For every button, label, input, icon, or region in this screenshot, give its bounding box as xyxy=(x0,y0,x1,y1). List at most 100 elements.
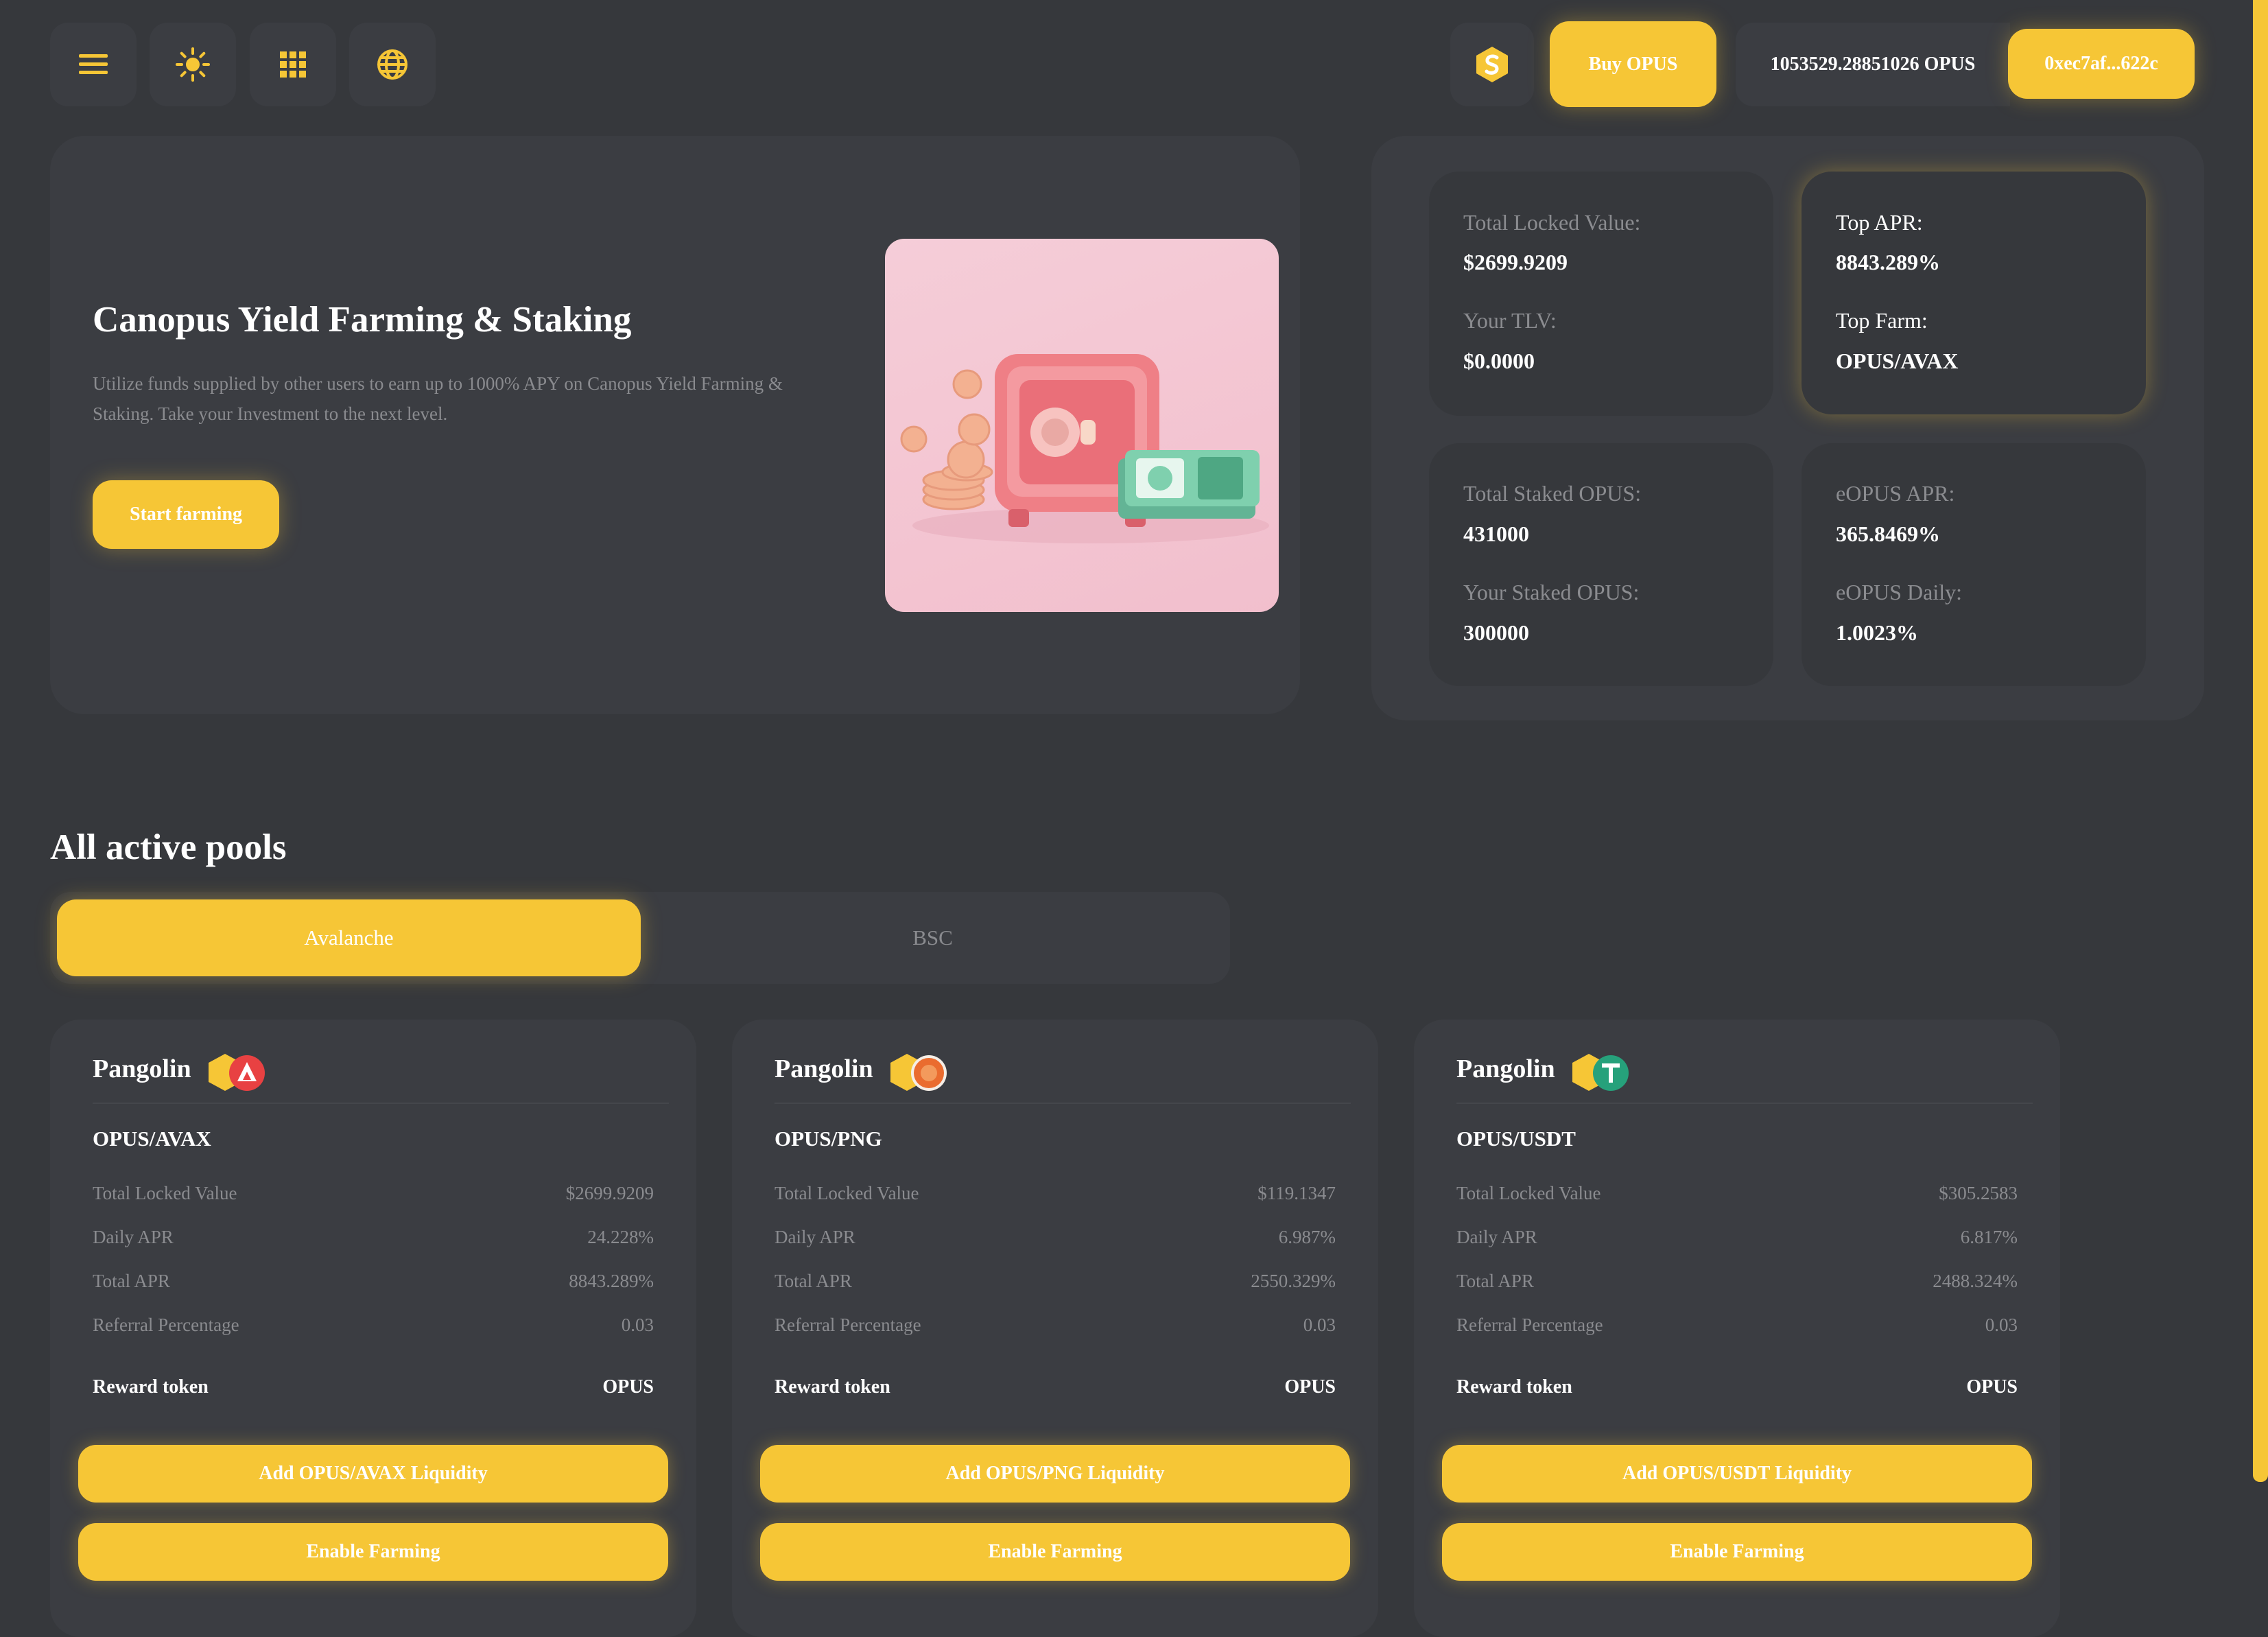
eopus-daily-value: 1.0023% xyxy=(1836,620,1918,645)
pool-stat-label: Daily APR xyxy=(775,1227,855,1247)
reward-token-row: Reward token OPUS xyxy=(1456,1376,2018,1398)
total-staked-label: Total Staked OPUS: xyxy=(1463,481,1642,506)
hero-illustration xyxy=(885,239,1279,612)
top-farm-value: OPUS/AVAX xyxy=(1836,349,1959,373)
pool-pair: OPUS/USDT xyxy=(1456,1127,1576,1151)
language-button[interactable] xyxy=(349,23,436,106)
eopus-apr-label: eOPUS APR: xyxy=(1836,481,1955,506)
hero-title: Canopus Yield Farming & Staking xyxy=(93,300,632,340)
staked-card xyxy=(1429,443,1773,686)
pool-token-pair-icons xyxy=(204,1052,268,1097)
reward-token-label: Reward token xyxy=(1456,1376,1572,1398)
eopus-card xyxy=(1802,443,2146,686)
buy-opus-button[interactable]: Buy OPUS xyxy=(1550,21,1716,107)
your-staked-value: 300000 xyxy=(1463,620,1529,645)
pool-stat-row: Daily APR 24.228% xyxy=(93,1227,654,1271)
pool-stat-value: 8843.289% xyxy=(569,1271,654,1291)
pool-stat-value: $119.1347 xyxy=(1257,1183,1336,1203)
pool-stat-value: 2550.329% xyxy=(1251,1271,1336,1291)
pool-stat-label: Referral Percentage xyxy=(1456,1315,1603,1335)
pool-stat-label: Total APR xyxy=(93,1271,170,1291)
pool-stat-row: Total APR 2488.324% xyxy=(1456,1271,2018,1315)
enable-farming-button[interactable]: Enable Farming xyxy=(1442,1523,2032,1581)
pool-pair: OPUS/PNG xyxy=(775,1127,882,1151)
tlv-card xyxy=(1429,172,1773,416)
pool-stat-row: Referral Percentage 0.03 xyxy=(775,1315,1336,1358)
total-locked-label: Total Locked Value: xyxy=(1463,210,1641,235)
pool-stats-list: Total Locked Value $305.2583 Daily APR 6.8… xyxy=(1456,1183,2018,1358)
pool-stat-row: Referral Percentage 0.03 xyxy=(93,1315,654,1358)
pool-stat-value: 0.03 xyxy=(1303,1315,1336,1335)
pool-divider xyxy=(93,1103,669,1104)
globe-icon xyxy=(377,49,407,80)
tab-bsc[interactable]: BSC xyxy=(641,899,1225,976)
pool-stat-value: 2488.324% xyxy=(1933,1271,2018,1291)
pool-stat-label: Total Locked Value xyxy=(775,1183,919,1203)
pool-stat-label: Total APR xyxy=(775,1271,852,1291)
start-farming-button[interactable]: Start farming xyxy=(93,480,279,549)
pool-stat-row: Daily APR 6.987% xyxy=(775,1227,1336,1271)
reward-token-row: Reward token OPUS xyxy=(93,1376,654,1398)
reward-token-value: OPUS xyxy=(602,1376,654,1398)
top-farm-label: Top Farm: xyxy=(1836,308,1928,333)
pool-stat-label: Referral Percentage xyxy=(93,1315,239,1335)
hero-description: Utilize funds supplied by other users to… xyxy=(93,373,783,424)
your-staked-label: Your Staked OPUS: xyxy=(1463,580,1640,604)
wallet-address-button[interactable]: 0xec7af...622c xyxy=(2008,29,2195,99)
pool-stat-row: Daily APR 6.817% xyxy=(1456,1227,2018,1271)
pool-stat-value: 0.03 xyxy=(621,1315,654,1335)
tab-avalanche[interactable]: Avalanche xyxy=(57,899,641,976)
add-liquidity-button[interactable]: Add OPUS/USDT Liquidity xyxy=(1442,1445,2032,1503)
pool-stats-list: Total Locked Value $2699.9209 Daily APR 24… xyxy=(93,1183,654,1358)
pool-stat-row: Total Locked Value $119.1347 xyxy=(775,1183,1336,1227)
reward-token-row: Reward token OPUS xyxy=(775,1376,1336,1398)
theme-toggle-button[interactable] xyxy=(150,23,236,106)
eopus-daily-label: eOPUS Daily: xyxy=(1836,580,1962,604)
pool-token-pair-icons xyxy=(886,1052,949,1097)
your-tlv-label: Your TLV: xyxy=(1463,308,1557,333)
token-logo-button[interactable] xyxy=(1450,23,1534,106)
reward-token-label: Reward token xyxy=(93,1376,209,1398)
opus-avax-icon xyxy=(209,1054,265,1091)
pool-dex-name: Pangolin xyxy=(93,1055,191,1083)
pool-dex-name: Pangolin xyxy=(775,1055,873,1083)
pool-stat-value: 6.987% xyxy=(1278,1227,1336,1247)
top-apr-value: 8843.289% xyxy=(1836,250,1940,274)
eopus-apr-value: 365.8469% xyxy=(1836,521,1940,546)
pools-section-title: All active pools xyxy=(50,827,287,867)
pool-stat-label: Total Locked Value xyxy=(1456,1183,1601,1203)
apps-button[interactable] xyxy=(250,23,336,106)
pool-divider xyxy=(775,1103,1351,1104)
add-liquidity-button[interactable]: Add OPUS/PNG Liquidity xyxy=(760,1445,1350,1503)
pool-stat-value: 24.228% xyxy=(587,1227,654,1247)
pool-stat-value: 6.817% xyxy=(1960,1227,2018,1247)
enable-farming-button[interactable]: Enable Farming xyxy=(78,1523,668,1581)
pool-stat-label: Total Locked Value xyxy=(93,1183,237,1203)
opus-balance: 1053529.28851026 OPUS xyxy=(1736,23,2010,106)
menu-button[interactable] xyxy=(50,23,137,106)
pool-stat-row: Total Locked Value $2699.9209 xyxy=(93,1183,654,1227)
pool-stat-value: $305.2583 xyxy=(1939,1183,2018,1203)
opus-png-icon xyxy=(890,1054,947,1091)
pool-stat-value: 0.03 xyxy=(1985,1315,2018,1335)
pool-stat-row: Total APR 8843.289% xyxy=(93,1271,654,1315)
pool-stat-row: Referral Percentage 0.03 xyxy=(1456,1315,2018,1358)
total-locked-value: $2699.9209 xyxy=(1463,250,1568,274)
opus-token-icon xyxy=(1476,47,1508,82)
grid-icon xyxy=(280,51,306,78)
pool-stat-value: $2699.9209 xyxy=(565,1183,654,1203)
pool-stat-label: Daily APR xyxy=(1456,1227,1537,1247)
top-apr-card xyxy=(1802,172,2146,414)
page-scrollbar[interactable] xyxy=(2253,0,2268,1482)
pool-stat-row: Total Locked Value $305.2583 xyxy=(1456,1183,2018,1227)
menu-icon xyxy=(79,54,108,74)
pool-dex-name: Pangolin xyxy=(1456,1055,1555,1083)
reward-token-value: OPUS xyxy=(1284,1376,1336,1398)
pool-stat-label: Daily APR xyxy=(93,1227,174,1247)
pool-stat-label: Referral Percentage xyxy=(775,1315,921,1335)
enable-farming-button[interactable]: Enable Farming xyxy=(760,1523,1350,1581)
pool-stats-list: Total Locked Value $119.1347 Daily APR 6.9… xyxy=(775,1183,1336,1358)
safe-illustration-icon xyxy=(900,354,1269,543)
pool-divider xyxy=(1456,1103,2033,1104)
add-liquidity-button[interactable]: Add OPUS/AVAX Liquidity xyxy=(78,1445,668,1503)
